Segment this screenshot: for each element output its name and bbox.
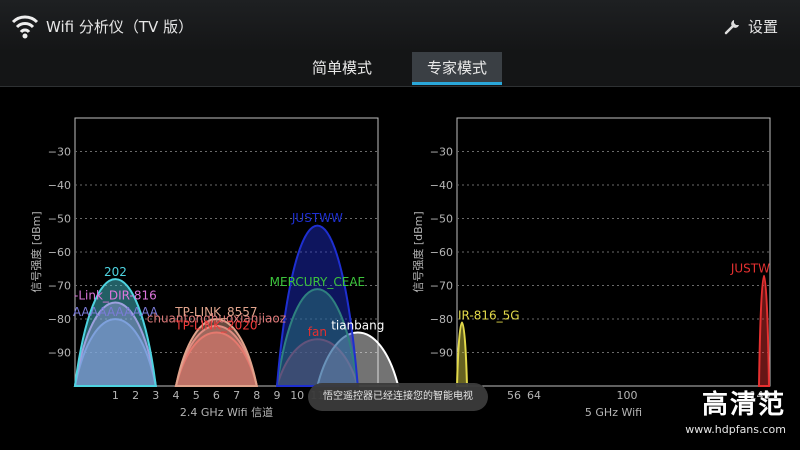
x-tick-label: 8	[253, 389, 260, 402]
y-tick-label: −60	[48, 246, 71, 259]
network-label: JUSTWW	[291, 211, 343, 225]
x-tick-label: 100	[617, 389, 638, 402]
y-axis-label: 信号强度 [dBm]	[29, 211, 43, 292]
y-tick-label: −90	[430, 347, 453, 360]
network-label: IR-816_5G	[458, 308, 520, 322]
x-tick-label: 2	[132, 389, 139, 402]
x-tick-label: 9	[274, 389, 281, 402]
y-axis-label: 信号强度 [dBm]	[411, 211, 425, 292]
network-label: 202	[104, 265, 127, 279]
chart-2-4ghz-svg: −30 −40 −50 −60 −70 −80 −90 信号强度 [dBm] 2.4 GHz W…	[29, 117, 400, 419]
chart-5ghz: −30 −40 −50 −60 −70 −80 −90 信号强度 [dBm] 5 GHz Wif…	[410, 116, 790, 419]
watermark-logo: 高清范	[701, 390, 786, 420]
x-axis-label: 2.4 GHz Wifi 信道	[180, 405, 273, 419]
x-tick-label: 5	[193, 389, 200, 402]
y-tick-label: −30	[430, 146, 453, 159]
y-tick-label: −30	[48, 146, 71, 159]
y-tick-label: −50	[48, 213, 71, 226]
watermark: 高清范 www.hdpfans.com	[636, 384, 786, 440]
x-axis-label: 5 GHz Wifi	[585, 406, 642, 419]
wifi-icon	[11, 15, 39, 39]
network-label: TP-LINK_8557	[174, 305, 257, 319]
toast-message: 悟空遥控器已经连接您的智能电视	[308, 383, 488, 411]
network-label: tianbang	[331, 318, 384, 332]
x-tick-label: 3	[152, 389, 159, 402]
y-tick-label: −80	[430, 313, 453, 326]
x-tick-label: 10	[290, 389, 304, 402]
y-tick-label: −90	[48, 347, 71, 360]
watermark-url: www.hdpfans.com	[685, 423, 786, 436]
network-label: -Link_DIR-816	[74, 288, 157, 302]
y-tick-label: −60	[430, 246, 453, 259]
chart-2-4ghz: −30 −40 −50 −60 −70 −80 −90 信号强度 [dBm] 2.4 GHz W…	[28, 116, 408, 419]
settings-button[interactable]: 设置	[724, 15, 778, 37]
wrench-icon	[724, 20, 739, 35]
app-title: Wifi 分析仪（TV 版）	[46, 18, 194, 36]
network-label: fan	[308, 325, 327, 339]
x-tick-label: 7	[233, 389, 240, 402]
x-tick-label: 6	[213, 389, 220, 402]
settings-label: 设置	[747, 17, 778, 36]
title-bar: Wifi 分析仪（TV 版） 设置	[0, 0, 800, 53]
y-tick-label: −50	[430, 213, 453, 226]
network-label: JUSTW	[730, 261, 770, 275]
x-tick-label: 4	[173, 389, 180, 402]
y-tick-label: −40	[48, 179, 71, 192]
tab-expert-mode[interactable]: 专家模式	[412, 52, 502, 85]
y-tick-label: −70	[430, 280, 453, 293]
x-tick-label: 56	[507, 389, 521, 402]
y-tick-label: −40	[430, 179, 453, 192]
chart-5ghz-svg: −30 −40 −50 −60 −70 −80 −90 信号强度 [dBm] 5 GHz Wif…	[411, 117, 771, 419]
mode-tabs: 简单模式 专家模式	[0, 52, 800, 87]
y-tick-label: −70	[48, 280, 71, 293]
x-tick-label: 64	[527, 389, 541, 402]
network-label: TP-LINK_2020	[174, 318, 257, 332]
network-label: MERCURY_CEAE	[270, 275, 366, 289]
tab-simple-mode[interactable]: 简单模式	[296, 52, 388, 84]
x-tick-label: 1	[112, 389, 119, 402]
y-tick-label: −80	[48, 313, 71, 326]
